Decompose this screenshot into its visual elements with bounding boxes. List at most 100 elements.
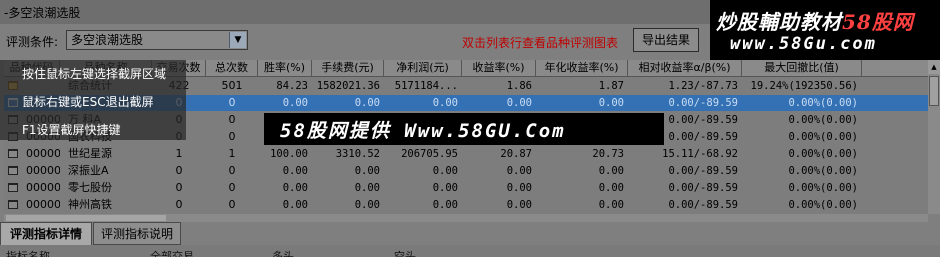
cell-profit: 0.00 xyxy=(432,182,458,194)
table-row[interactable]: 000006 深振业A 0 0 0.00 0.00 0.00 0.00 0.00 0.00/-89… xyxy=(4,163,930,179)
table-row[interactable]: 000005 世纪星源 1 1 100.00 3310.52 206705.95 20.87 2… xyxy=(4,146,930,162)
column-header-total[interactable]: 总次数 xyxy=(206,60,258,76)
tab-indicator-description[interactable]: 评测指标说明 xyxy=(93,222,181,245)
cell-total: 0 xyxy=(228,96,236,109)
column-header-annual[interactable]: 年化收益率(%) xyxy=(536,60,628,76)
cell-win: 0.00 xyxy=(282,199,308,211)
cell-rel: 15.11/-68.92 xyxy=(662,148,738,160)
stock-icon xyxy=(8,149,18,158)
table-row[interactable]: 000007 零七股份 0 0 0.00 0.00 0.00 0.00 0.00 0.00/-89… xyxy=(4,180,930,196)
tab-bar: 评测指标详情 评测指标说明 xyxy=(0,222,940,245)
vertical-scrollbar[interactable]: ▲ xyxy=(928,60,940,214)
cell-total: 501 xyxy=(221,79,243,92)
cell-profit: 206705.95 xyxy=(401,148,458,160)
cell-total: 0 xyxy=(228,130,236,143)
cell-win: 84.23 xyxy=(276,80,308,92)
column-header-rel[interactable]: 相对收益率α/β(%) xyxy=(628,60,742,76)
condition-label: 评测条件: xyxy=(6,35,59,49)
cell-fee: 0.00 xyxy=(354,165,380,177)
cell-name: 神州高铁 xyxy=(68,198,112,211)
cell-name: 零七股份 xyxy=(68,181,112,194)
cell-code: 000008 xyxy=(26,198,60,211)
detail-header: 指标名称 全部交易 多头 空头 xyxy=(0,245,940,257)
chevron-down-icon[interactable]: ▼ xyxy=(229,32,246,48)
cell-win: 100.00 xyxy=(270,148,308,160)
cell-dd: 0.00%(0.00) xyxy=(788,97,858,109)
cell-ret: 0.00 xyxy=(506,97,532,109)
cell-dd: 0.00%(0.00) xyxy=(788,148,858,160)
tip-line-1: 按住鼠标左键选择截屏区域 xyxy=(22,67,167,81)
cell-annual: 0.00 xyxy=(598,97,624,109)
cell-ret: 0.00 xyxy=(506,199,532,211)
cell-rel: 1.23/-87.73 xyxy=(668,80,738,92)
cell-annual: 20.73 xyxy=(592,148,624,160)
cell-profit: 0.00 xyxy=(432,165,458,177)
brand-line1: 炒股輔助教材58股网 xyxy=(716,10,914,34)
stock-icon xyxy=(8,166,18,175)
cell-total: 0 xyxy=(228,198,236,211)
cell-dd: 0.00%(0.00) xyxy=(788,114,858,126)
cell-win: 0.00 xyxy=(282,165,308,177)
stock-icon xyxy=(8,200,18,209)
cell-total: 0 xyxy=(228,181,236,194)
cell-code: 000007 xyxy=(26,181,60,194)
cell-ret: 0.00 xyxy=(506,165,532,177)
column-header-profit[interactable]: 净利润(元) xyxy=(384,60,462,76)
column-header-dd[interactable]: 最大回撤比(值) xyxy=(742,60,862,76)
column-header-win[interactable]: 胜率(%) xyxy=(258,60,312,76)
brand-logo: 炒股輔助教材58股网 www.58Gu.com xyxy=(710,0,940,60)
detail-col-short: 空头 xyxy=(394,250,416,257)
hint-text: 双击列表行查看品种评测图表 xyxy=(462,36,619,50)
tip-line-2: 鼠标右键或ESC退出截屏 xyxy=(22,95,154,109)
screenshot-tip-overlay: 按住鼠标左键选择截屏区域 鼠标右键或ESC退出截屏 F1设置截屏快捷键 xyxy=(0,60,186,140)
cell-trades: 0 xyxy=(175,164,183,177)
condition-select-value: 多空浪潮选股 xyxy=(71,33,144,47)
cell-profit: 5171184... xyxy=(394,80,458,92)
hscroll-thumb[interactable] xyxy=(6,215,166,221)
condition-select[interactable]: 多空浪潮选股 ▼ xyxy=(66,30,248,50)
detail-col-long: 多头 xyxy=(272,250,294,257)
cell-dd: 0.00%(0.00) xyxy=(788,131,858,143)
export-button[interactable]: 导出结果 xyxy=(633,28,699,52)
cell-annual: 0.00 xyxy=(598,182,624,194)
cell-ret: 1.86 xyxy=(506,80,532,92)
cell-total: 0 xyxy=(228,113,236,126)
column-header-fee[interactable]: 手续费(元) xyxy=(312,60,384,76)
cell-annual: 0.00 xyxy=(598,165,624,177)
cell-ret: 0.00 xyxy=(506,182,532,194)
cell-trades: 0 xyxy=(175,198,183,211)
cell-fee: 1582021.36 xyxy=(316,80,380,92)
cell-ret: 20.87 xyxy=(500,148,532,160)
cell-total: 0 xyxy=(228,164,236,177)
scroll-up-icon[interactable]: ▲ xyxy=(928,60,940,74)
cell-trades: 1 xyxy=(175,147,183,160)
table-row[interactable]: 000008 神州高铁 0 0 0.00 0.00 0.00 0.00 0.00 0.00/-89… xyxy=(4,197,930,213)
cell-rel: 0.00/-89.59 xyxy=(668,165,738,177)
cell-code: 000005 xyxy=(26,147,60,160)
scroll-thumb[interactable] xyxy=(929,76,939,106)
cell-annual: 0.00 xyxy=(598,199,624,211)
cell-win: 0.00 xyxy=(282,97,308,109)
tab-indicator-details[interactable]: 评测指标详情 xyxy=(0,222,92,245)
cell-rel: 0.00/-89.59 xyxy=(668,97,738,109)
cell-dd: 0.00%(0.00) xyxy=(788,165,858,177)
cell-win: 0.00 xyxy=(282,182,308,194)
watermark-text: 58股网提供 Www.58GU.Com xyxy=(280,120,566,142)
brand-line2: www.58Gu.com xyxy=(730,34,877,54)
cell-name: 世纪星源 xyxy=(68,147,112,160)
column-header-ret[interactable]: 收益率(%) xyxy=(462,60,536,76)
horizontal-scrollbar[interactable] xyxy=(4,214,928,222)
cell-rel: 0.00/-89.59 xyxy=(668,182,738,194)
window-title: -多空浪潮选股 xyxy=(4,6,81,20)
watermark-banner: 58股网提供 Www.58GU.Com xyxy=(264,113,664,145)
cell-annual: 1.87 xyxy=(598,80,624,92)
toolbar: 评测条件: 多空浪潮选股 ▼ 双击列表行查看品种评测图表 导出结果 xyxy=(0,24,710,58)
cell-profit: 0.00 xyxy=(432,199,458,211)
stock-icon xyxy=(8,183,18,192)
cell-fee: 0.00 xyxy=(354,199,380,211)
cell-code: 000006 xyxy=(26,164,60,177)
cell-dd: 0.00%(0.00) xyxy=(788,199,858,211)
cell-fee: 0.00 xyxy=(354,182,380,194)
cell-total: 1 xyxy=(228,147,236,160)
cell-fee: 3310.52 xyxy=(335,148,380,160)
